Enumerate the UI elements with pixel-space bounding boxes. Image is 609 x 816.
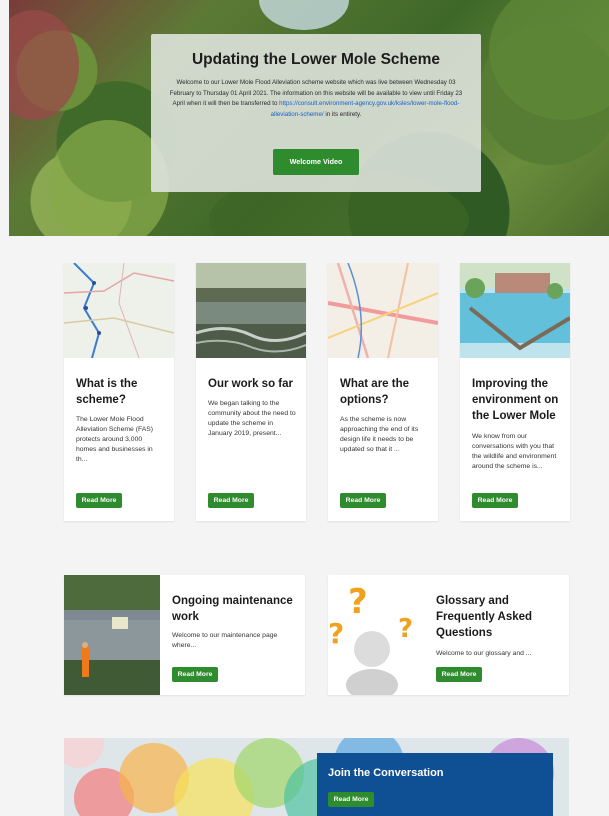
read-more-button[interactable]: Read More — [328, 792, 374, 807]
hero-foliage — [9, 10, 79, 120]
card-text: The Lower Mole Flood Alleviation Scheme … — [76, 416, 154, 463]
card-text: We began talking to the community about … — [208, 400, 296, 437]
card-title: What is the scheme? — [76, 378, 138, 406]
card-text: We know from our conversations with you … — [472, 433, 557, 470]
welcome-video-button[interactable]: Welcome Video — [273, 149, 359, 175]
hero-sky — [259, 0, 349, 30]
hero-description: Welcome to our Lower Mole Flood Alleviat… — [169, 79, 463, 118]
read-more-button[interactable]: Read More — [172, 667, 218, 682]
card-title: Our work so far — [208, 378, 293, 390]
card-text: As the scheme is now approaching the end… — [340, 416, 419, 453]
card-image — [460, 263, 570, 358]
card-what-is-the-scheme[interactable]: What is the scheme? The Lower Mole Flood… — [64, 263, 174, 521]
card-our-work-so-far[interactable]: Our work so far We began talking to the … — [196, 263, 306, 521]
card-ongoing-maintenance[interactable]: Ongoing maintenance work Welcome to our … — [64, 575, 305, 695]
consult-link[interactable]: https://consult.environment-agency.gov.u… — [271, 100, 460, 118]
card-what-are-the-options[interactable]: What are the options? As the scheme is n… — [328, 263, 438, 521]
hero-banner: Updating the Lower Mole Scheme Welcome t… — [9, 0, 609, 236]
card-image — [64, 575, 160, 695]
card-glossary-faq[interactable]: ? ? ? Glossary and Frequently Asked Ques… — [328, 575, 569, 695]
card-image: ? ? ? — [328, 575, 424, 695]
read-more-button[interactable]: Read More — [76, 493, 122, 508]
page-title: Updating the Lower Mole Scheme — [191, 51, 441, 68]
card-text: Welcome to our glossary and ... — [436, 650, 532, 657]
card-image — [64, 263, 174, 358]
read-more-button[interactable]: Read More — [472, 493, 518, 508]
read-more-button[interactable]: Read More — [436, 667, 482, 682]
join-title: Join the Conversation — [328, 767, 444, 779]
card-image — [196, 263, 306, 358]
card-title: Glossary and Frequently Asked Questions — [436, 595, 533, 639]
svg-text:?: ? — [398, 614, 413, 644]
card-improving-the-environment[interactable]: Improving the environment on the Lower M… — [460, 263, 570, 521]
svg-text:?: ? — [348, 582, 368, 622]
card-image — [328, 263, 438, 358]
hero-info-panel: Updating the Lower Mole Scheme Welcome t… — [151, 34, 481, 192]
card-title: Improving the environment on the Lower M… — [472, 378, 559, 422]
svg-text:?: ? — [328, 617, 344, 650]
card-text: Welcome to our maintenance page where... — [172, 632, 278, 649]
hero-foliage — [489, 0, 609, 120]
read-more-button[interactable]: Read More — [340, 493, 386, 508]
read-more-button[interactable]: Read More — [208, 493, 254, 508]
join-the-conversation-panel[interactable]: Join the Conversation Read More — [317, 753, 553, 816]
card-title: Ongoing maintenance work — [172, 595, 293, 623]
card-title: What are the options? — [340, 378, 410, 406]
